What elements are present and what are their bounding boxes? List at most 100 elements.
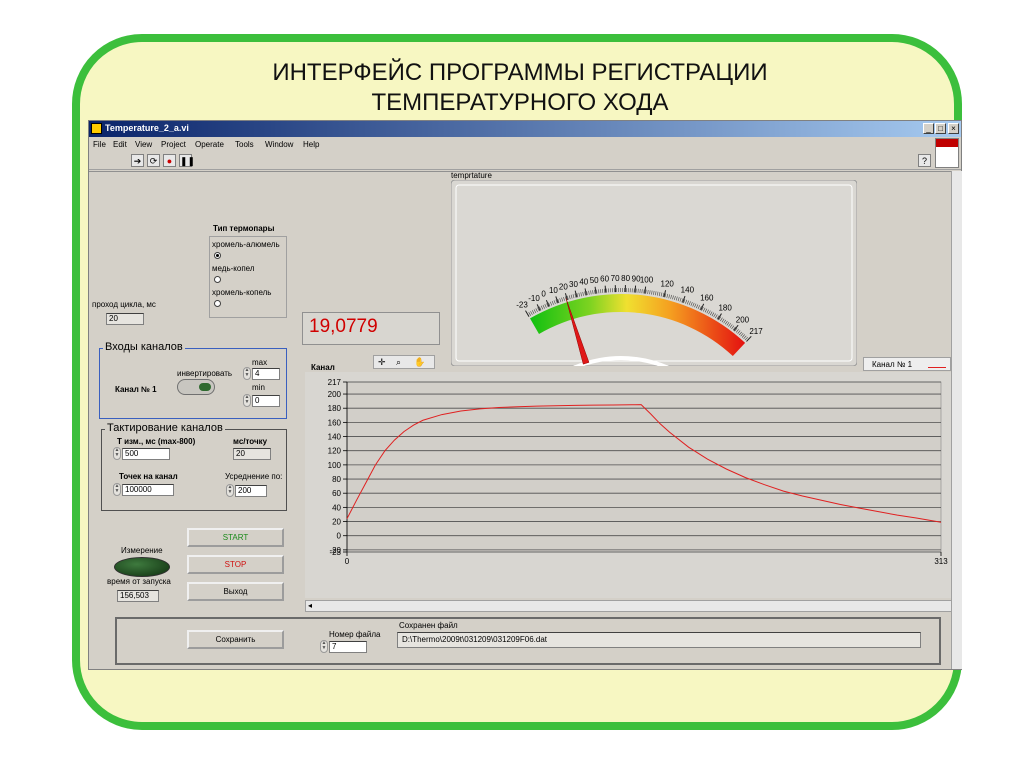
- panel-vertical-scrollbar[interactable]: [951, 171, 962, 669]
- vi-thumbnail-icon: [935, 138, 959, 168]
- pause-icon[interactable]: ❚❚: [179, 154, 195, 167]
- cycle-pass-field: 20: [106, 313, 144, 325]
- run-arrow-icon[interactable]: ➔: [131, 154, 144, 167]
- y-tick-label: 160: [328, 418, 342, 427]
- max-field[interactable]: 4: [252, 368, 280, 380]
- graph-cursor-icon[interactable]: ✛: [378, 357, 386, 368]
- graph-horizontal-scrollbar[interactable]: ◂ ▸: [305, 600, 961, 612]
- minimize-icon[interactable]: _: [923, 123, 934, 134]
- gauge-tick-label: 30: [569, 280, 578, 289]
- y-tick-label: 200: [328, 390, 342, 399]
- gauge-tick-label: 160: [700, 294, 714, 303]
- thermocouple-option-3-radio[interactable]: [214, 300, 221, 307]
- menu-operate[interactable]: Operate: [195, 140, 224, 149]
- run-continuously-icon[interactable]: ⟳: [147, 154, 160, 167]
- menu-tools[interactable]: Tools: [235, 140, 254, 149]
- y-tick-label: -23: [329, 548, 341, 557]
- y-tick-label: 180: [328, 404, 342, 413]
- slide-title-line2: ТЕМПЕРАТУРНОГО ХОДА: [371, 89, 669, 116]
- gauge-tick-label: 217: [749, 327, 763, 336]
- gauge-tick-label: -10: [528, 294, 540, 303]
- stop-button[interactable]: STOP: [187, 555, 284, 574]
- averaging-spinner[interactable]: ▲ ▼: [226, 484, 234, 497]
- temperature-graph: 217200180160140120100806040200-20-230 313: [305, 372, 951, 598]
- gauge-tick-label: 140: [681, 285, 695, 294]
- thermocouple-option-3-label: хромель-копель: [212, 288, 272, 297]
- gauge-tick-label: 120: [661, 279, 675, 288]
- gauge-label: temprtature: [451, 171, 492, 180]
- gauge-tick-label: 10: [549, 286, 558, 295]
- min-field[interactable]: 0: [252, 395, 280, 407]
- menu-edit[interactable]: Edit: [113, 140, 127, 149]
- points-field[interactable]: 100000: [122, 484, 174, 496]
- ms-per-point-field: 20: [233, 448, 271, 460]
- invert-label: инвертировать: [177, 369, 233, 378]
- gauge-tick-label: 100: [640, 276, 654, 285]
- menu-window[interactable]: Window: [265, 140, 293, 149]
- thermocouple-option-1-radio[interactable]: [214, 252, 221, 259]
- window-titlebar[interactable]: Temperature_2_a.vi _ □ ×: [89, 121, 961, 137]
- graph-pan-icon[interactable]: ✋: [414, 357, 425, 368]
- t-meas-label: Т изм., мс (max-800): [117, 437, 196, 446]
- gauge-tick-label: 180: [718, 304, 732, 313]
- points-spinner[interactable]: ▲ ▼: [113, 483, 121, 496]
- menu-help[interactable]: Help: [303, 140, 319, 149]
- vi-icon: [91, 123, 102, 134]
- maximize-icon[interactable]: □: [935, 123, 946, 134]
- menu-project[interactable]: Project: [161, 140, 186, 149]
- measurement-label: Измерение: [121, 546, 163, 555]
- front-panel: Тип термопары хромель-алюмель медь-копел…: [89, 171, 961, 669]
- averaging-label: Усреднение по:: [225, 472, 283, 481]
- gauge-tick-label: 80: [621, 274, 630, 283]
- saved-file-field: D:\Thermo\2009t\031209\031209F06.dat: [397, 632, 921, 648]
- graph-legend: Канал № 1: [863, 357, 951, 371]
- graph-title: Канал: [311, 363, 335, 372]
- file-number-field[interactable]: 7: [329, 641, 367, 653]
- menubar: File Edit View Project Operate Tools Win…: [89, 138, 961, 151]
- gauge-tick-label: -23: [516, 301, 528, 310]
- max-label: max: [252, 358, 268, 367]
- scroll-left-icon[interactable]: ◂: [308, 601, 312, 610]
- legend-swatch: [928, 361, 946, 368]
- max-spinner[interactable]: ▲ ▼: [243, 367, 251, 380]
- menu-file[interactable]: File: [93, 140, 106, 149]
- menu-view[interactable]: View: [135, 140, 152, 149]
- slide-title-line1: ИНТЕРФЕЙС ПРОГРАММЫ РЕГИСТРАЦИИ: [272, 59, 768, 86]
- thermocouple-option-2-radio[interactable]: [214, 276, 221, 283]
- t-meas-spinner[interactable]: ▲ ▼: [113, 447, 121, 460]
- abort-icon[interactable]: ●: [163, 154, 176, 167]
- file-number-spinner[interactable]: ▲ ▼: [320, 640, 328, 653]
- file-number-label: Номер файла: [329, 630, 381, 639]
- min-spinner[interactable]: ▲ ▼: [243, 394, 251, 407]
- y-tick-label: 140: [328, 433, 342, 442]
- gauge-tick-label: 40: [579, 278, 588, 287]
- ms-per-point-label: мс/точку: [233, 437, 268, 446]
- channel-1-label: Канал № 1: [115, 385, 157, 394]
- t-meas-field[interactable]: 500: [122, 448, 170, 460]
- gauge-tick-label: 50: [590, 276, 599, 285]
- invert-toggle[interactable]: [177, 379, 215, 395]
- gauge-tick-label: 60: [600, 275, 609, 284]
- help-icon[interactable]: ?: [918, 154, 931, 167]
- save-button[interactable]: Сохранить: [187, 630, 284, 649]
- start-button[interactable]: START: [187, 528, 284, 547]
- y-tick-label: 217: [328, 378, 342, 387]
- gauge-major-tick: [634, 285, 637, 293]
- x-tick-label: 0: [345, 557, 350, 566]
- gauge-tick-label: 20: [559, 283, 568, 292]
- clocking-title: Тактирование каналов: [105, 422, 225, 434]
- averaging-field[interactable]: 200: [235, 485, 267, 497]
- slide-title: ИНТЕРФЕЙС ПРОГРАММЫ РЕГИСТРАЦИИ ТЕМПЕРАТ…: [120, 58, 920, 118]
- toolbar: ➔ ⟳ ● ❚❚ ?: [89, 138, 961, 170]
- saved-file-label: Сохранен файл: [399, 621, 458, 630]
- y-tick-label: 0: [337, 532, 342, 541]
- graph-zoom-icon[interactable]: ⌕: [396, 357, 401, 368]
- window-title: Temperature_2_a.vi: [105, 123, 189, 133]
- y-tick-label: 20: [332, 518, 341, 527]
- channel-inputs-title: Входы каналов: [103, 341, 185, 353]
- close-icon[interactable]: ×: [948, 123, 959, 134]
- x-tick-label: 313: [934, 557, 948, 566]
- exit-button[interactable]: Выход: [187, 582, 284, 601]
- thermocouple-type-label: Тип термопары: [213, 224, 275, 233]
- thermocouple-option-1-label: хромель-алюмель: [212, 240, 280, 249]
